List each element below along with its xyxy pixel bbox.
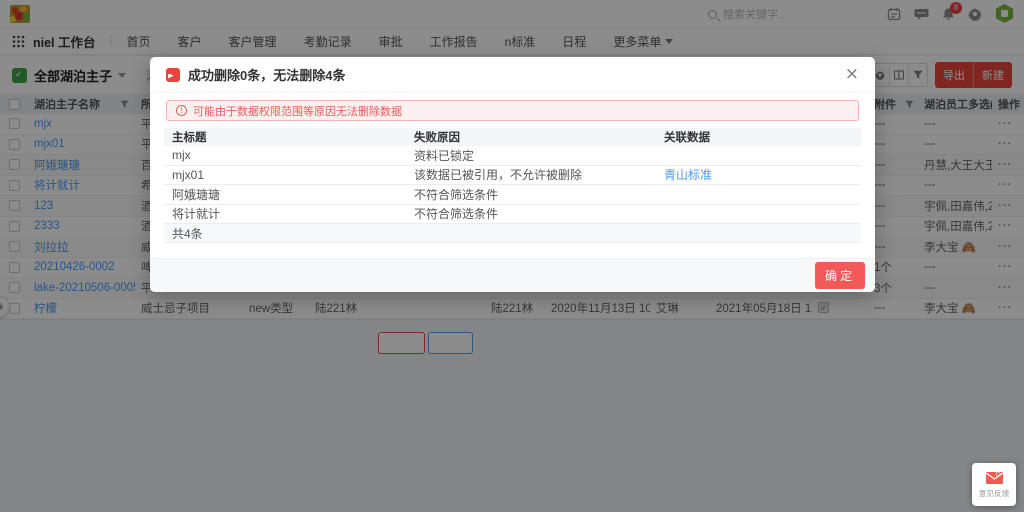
modal-table-row: 将计就计不符合筛选条件 bbox=[164, 205, 861, 225]
modal-row-title: mjx bbox=[164, 148, 414, 162]
modal-row-title: 将计就计 bbox=[164, 205, 414, 222]
modal-table-row: mjx资料已锁定 bbox=[164, 146, 861, 166]
delete-result-modal: 成功删除0条，无法删除4条 × ! 可能由于数据权限范围等原因无法删除数据 主标… bbox=[150, 57, 875, 292]
alert-text: 可能由于数据权限范围等原因无法删除数据 bbox=[193, 103, 402, 119]
modal-close-icon[interactable]: × bbox=[845, 66, 859, 83]
modal-row-related: 青山标准 bbox=[664, 166, 861, 183]
modal-alert: ! 可能由于数据权限范围等原因无法删除数据 bbox=[166, 100, 859, 121]
modal-header-title: 主标题 bbox=[164, 129, 414, 145]
modal-row-reason: 该数据已被引用，不允许被删除 bbox=[414, 166, 664, 183]
modal-table-row: mjx01该数据已被引用，不允许被删除青山标准 bbox=[164, 166, 861, 186]
feedback-label: 意见反馈 bbox=[979, 488, 1009, 498]
modal-table-body: mjx资料已锁定mjx01该数据已被引用，不允许被删除青山标准阿娥瑭瑭不符合筛选… bbox=[164, 146, 861, 224]
feedback-envelope-icon bbox=[985, 470, 1004, 485]
modal-table: 主标题 失败原因 关联数据 mjx资料已锁定mjx01该数据已被引用，不允许被删… bbox=[164, 128, 861, 243]
related-data-link[interactable]: 青山标准 bbox=[664, 168, 712, 182]
modal-row-reason: 不符合筛选条件 bbox=[414, 186, 664, 203]
modal-header: 成功删除0条，无法删除4条 × bbox=[150, 57, 875, 93]
delete-result-icon bbox=[166, 68, 180, 82]
modal-header-reason: 失败原因 bbox=[414, 129, 664, 145]
modal-header-related: 关联数据 bbox=[664, 129, 861, 145]
modal-title: 成功删除0条，无法删除4条 bbox=[188, 65, 345, 84]
modal-table-row: 阿娥瑭瑭不符合筛选条件 bbox=[164, 185, 861, 205]
modal-row-title: mjx01 bbox=[164, 168, 414, 182]
modal-row-reason: 不符合筛选条件 bbox=[414, 205, 664, 222]
feedback-widget[interactable]: 意见反馈 bbox=[972, 463, 1016, 506]
modal-row-reason: 资料已锁定 bbox=[414, 147, 664, 164]
modal-total-row: 共4条 bbox=[164, 224, 861, 243]
modal-table-header: 主标题 失败原因 关联数据 bbox=[164, 128, 861, 146]
alert-info-icon: ! bbox=[176, 105, 187, 116]
modal-row-title: 阿娥瑭瑭 bbox=[164, 186, 414, 203]
modal-footer: 确定 bbox=[150, 258, 875, 292]
confirm-button[interactable]: 确定 bbox=[815, 262, 865, 289]
